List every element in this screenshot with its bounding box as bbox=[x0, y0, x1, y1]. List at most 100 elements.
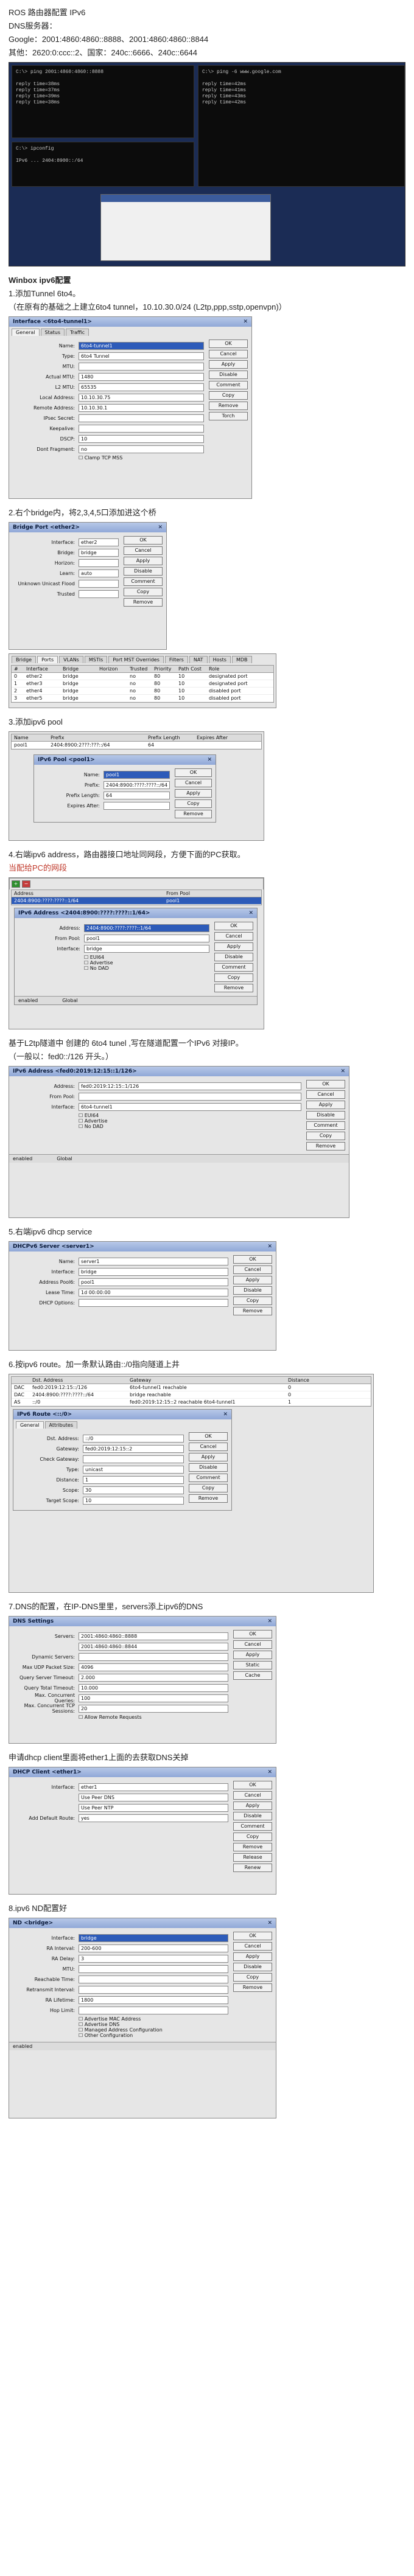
servers-field[interactable]: 2001:4860:4860::8888 bbox=[79, 1632, 228, 1640]
cancel-button[interactable]: Cancel bbox=[189, 1443, 228, 1451]
add-default-route-field[interactable]: yes bbox=[79, 1814, 228, 1822]
table-row[interactable]: DAC 2404:8900:????:????::/64 bridge reacha… bbox=[12, 1391, 371, 1399]
remove-button[interactable]: Remove bbox=[189, 1494, 228, 1503]
check-gateway-field[interactable] bbox=[83, 1455, 184, 1463]
dhcp-client-window-title[interactable]: DHCP Client <ether1> ✕ bbox=[9, 1767, 276, 1777]
dhcp-window-title[interactable]: DHCPv6 Server <server1> ✕ bbox=[9, 1242, 276, 1251]
cancel-button[interactable]: Cancel bbox=[175, 779, 212, 787]
column-header[interactable]: Interface bbox=[24, 666, 60, 672]
type-field[interactable]: unicast bbox=[83, 1465, 184, 1474]
comment-button[interactable]: Comment bbox=[189, 1474, 228, 1482]
apply-button[interactable]: Apply bbox=[175, 789, 212, 798]
column-header[interactable]: Expires After bbox=[194, 734, 243, 741]
distance-field[interactable]: 1 bbox=[83, 1475, 184, 1484]
cancel-button[interactable]: Cancel bbox=[124, 546, 163, 555]
disable-button[interactable]: Disable bbox=[189, 1463, 228, 1472]
copy-button[interactable]: Copy bbox=[233, 1297, 272, 1305]
address-window-title[interactable]: IPv6 Address <2404:8900:????:????::1/64>… bbox=[15, 908, 257, 918]
ok-button[interactable]: OK bbox=[233, 1630, 272, 1638]
tab-vlans[interactable]: VLANs bbox=[59, 656, 83, 663]
tab-ports[interactable]: Ports bbox=[37, 656, 58, 663]
tab-nat[interactable]: NAT bbox=[189, 656, 208, 663]
eui64-checkbox[interactable]: ☐ EUI64 bbox=[84, 955, 209, 960]
release-button[interactable]: Release bbox=[233, 1853, 272, 1862]
column-header[interactable]: From Pool bbox=[164, 890, 255, 897]
column-header[interactable]: Path Cost bbox=[176, 666, 206, 672]
remote-address-field[interactable]: 10.10.30.1 bbox=[79, 403, 204, 412]
tab-traffic[interactable]: Traffic bbox=[66, 329, 89, 336]
disable-button[interactable]: Disable bbox=[209, 371, 248, 379]
eui64-checkbox[interactable]: ☐ EUI64 bbox=[79, 1113, 301, 1118]
remove-button[interactable]: Remove bbox=[175, 810, 212, 818]
scope-field[interactable]: 30 bbox=[83, 1486, 184, 1494]
ok-button[interactable]: OK bbox=[214, 922, 253, 930]
comment-button[interactable]: Comment bbox=[124, 577, 163, 586]
l2-mtu-field[interactable]: 65535 bbox=[79, 383, 204, 391]
copy-button[interactable]: Copy bbox=[175, 799, 212, 808]
max-udp-packet-size-field[interactable]: 4096 bbox=[79, 1663, 228, 1671]
close-icon[interactable]: ✕ bbox=[267, 1242, 272, 1251]
static-button[interactable]: Static bbox=[233, 1661, 272, 1669]
table-row[interactable]: 1 ether3 bridge no 80 10 designated port bbox=[12, 680, 273, 688]
interface-field[interactable]: bridge bbox=[79, 1267, 228, 1276]
remove-button[interactable]: − bbox=[22, 880, 30, 888]
query-total-timeout-field[interactable]: 10.000 bbox=[79, 1683, 228, 1692]
copy-button[interactable]: Copy bbox=[214, 973, 253, 982]
comment-button[interactable]: Comment bbox=[233, 1822, 272, 1831]
keepalive-field[interactable] bbox=[79, 424, 204, 433]
disable-button[interactable]: Disable bbox=[124, 567, 163, 576]
mtu-field[interactable] bbox=[79, 1965, 228, 1973]
name-field[interactable]: 6to4-tunnel1 bbox=[79, 341, 204, 350]
advertise-checkbox[interactable]: ☐ Advertise bbox=[84, 960, 209, 966]
tunnel-window-title[interactable]: Interface <6to4-tunnel1> ✕ bbox=[9, 317, 251, 327]
renew-button[interactable]: Renew bbox=[233, 1864, 272, 1872]
dynamic-servers-field[interactable] bbox=[79, 1652, 228, 1661]
column-header[interactable]: Dst. Address bbox=[30, 1377, 127, 1384]
table-row[interactable]: pool1 2404:8900:2???:???::/64 64 bbox=[12, 742, 261, 749]
prefix-length-field[interactable]: 64 bbox=[103, 791, 170, 799]
from-pool-field[interactable] bbox=[79, 1092, 301, 1101]
column-header[interactable]: Prefix Length bbox=[146, 734, 194, 741]
remove-button[interactable]: Remove bbox=[209, 402, 248, 410]
advertise-mac-address-checkbox[interactable]: ☐ Advertise MAC Address bbox=[79, 2016, 228, 2022]
ok-button[interactable]: OK bbox=[233, 1255, 272, 1264]
interface-field[interactable]: 6to4-tunnel1 bbox=[79, 1102, 301, 1111]
dhcp-options-field[interactable] bbox=[79, 1298, 228, 1307]
close-icon[interactable]: ✕ bbox=[267, 1918, 272, 1928]
comment-button[interactable]: Comment bbox=[214, 963, 253, 972]
managed-address-configuration-checkbox[interactable]: ☐ Managed Address Configuration bbox=[79, 2027, 228, 2033]
name-field[interactable]: server1 bbox=[79, 1257, 228, 1265]
gateway-field[interactable]: fed0:2019:12:15::2 bbox=[83, 1444, 184, 1453]
close-icon[interactable]: ✕ bbox=[248, 908, 253, 918]
address-field[interactable]: 2404:8900:????:????::1/64 bbox=[84, 924, 209, 932]
cancel-button[interactable]: Cancel bbox=[233, 1791, 272, 1800]
route-window-title[interactable]: IPv6 Route <::/0> ✕ bbox=[13, 1410, 231, 1419]
tab-general[interactable]: General bbox=[16, 1421, 44, 1429]
trusted-field[interactable] bbox=[79, 590, 119, 598]
apply-button[interactable]: Apply bbox=[214, 942, 253, 951]
ok-button[interactable]: OK bbox=[233, 1932, 272, 1940]
tab-filters[interactable]: Filters bbox=[164, 656, 188, 663]
prefix-field[interactable]: 2404:8900:????:????::/64 bbox=[103, 781, 170, 789]
dscp-field[interactable]: 10 bbox=[79, 434, 204, 443]
remove-button[interactable]: Remove bbox=[233, 1307, 272, 1315]
interface-field[interactable]: bridge bbox=[84, 944, 209, 953]
column-header[interactable]: Distance bbox=[286, 1377, 322, 1384]
advertise-dns-checkbox[interactable]: ☐ Advertise DNS bbox=[79, 2022, 228, 2027]
apply-button[interactable]: Apply bbox=[189, 1453, 228, 1461]
max-concurrent-tcp-sessions-field[interactable]: 20 bbox=[79, 1704, 228, 1713]
type-field[interactable]: 6to4 Tunnel bbox=[79, 352, 204, 360]
cancel-button[interactable]: Cancel bbox=[233, 1265, 272, 1274]
ra-delay-field[interactable]: 3 bbox=[79, 1954, 228, 1963]
ok-button[interactable]: OK bbox=[209, 339, 248, 348]
ra-lifetime-field[interactable]: 1800 bbox=[79, 1996, 228, 2004]
unknown-unicast-flood-field[interactable] bbox=[79, 579, 119, 588]
close-icon[interactable]: ✕ bbox=[340, 1067, 345, 1076]
copy-button[interactable]: Copy bbox=[306, 1132, 345, 1140]
remove-button[interactable]: Remove bbox=[233, 1983, 272, 1992]
column-header[interactable]: Name bbox=[12, 734, 48, 741]
column-header[interactable] bbox=[12, 1377, 30, 1384]
copy-button[interactable]: Copy bbox=[124, 588, 163, 596]
close-icon[interactable]: ✕ bbox=[158, 523, 163, 532]
copy-button[interactable]: Copy bbox=[233, 1833, 272, 1841]
